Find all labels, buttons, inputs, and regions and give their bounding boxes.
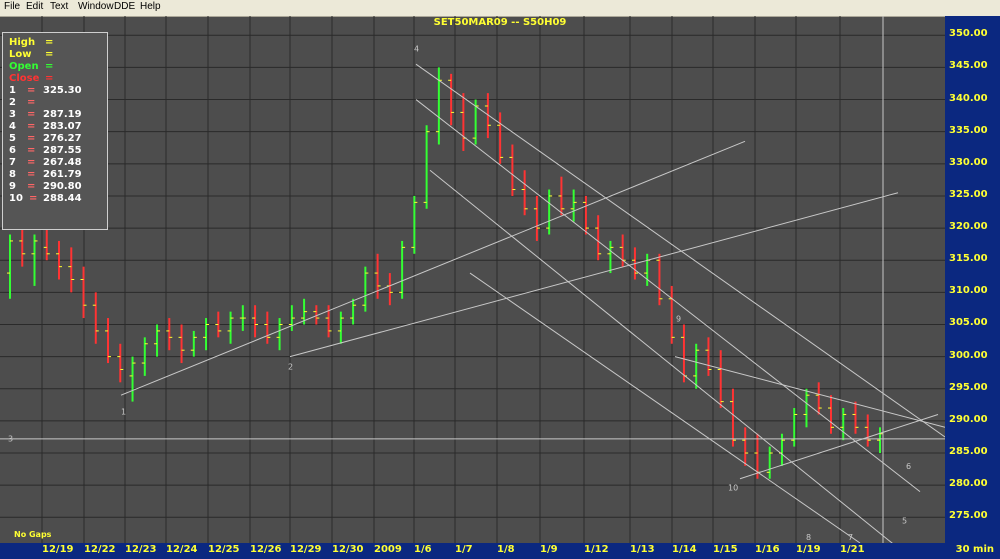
date-tick-label: 1/14 [672, 544, 697, 555]
info-point-10: 10 = 288.44 [9, 193, 82, 204]
menu-edit[interactable]: Edit [26, 1, 43, 12]
date-tick-label: 12/24 [166, 544, 198, 555]
timeframe-label[interactable]: 30 min [956, 544, 994, 555]
price-tick-label: 345.00 [949, 60, 988, 72]
date-tick-label: 12/30 [332, 544, 364, 555]
annotation-label: 8 [806, 533, 811, 542]
info-high: High = [9, 37, 54, 48]
info-point-7: 7 = 267.48 [9, 157, 82, 168]
annotation-label: 6 [906, 462, 911, 471]
info-point-6: 6 = 287.55 [9, 145, 82, 156]
price-tick-label: 350.00 [949, 28, 988, 40]
date-tick-label: 1/8 [497, 544, 515, 555]
info-point-2: 2 = [9, 97, 36, 108]
channel-line-1 [415, 63, 945, 438]
annotation-label: 2 [288, 362, 293, 371]
date-tick-label: 1/7 [455, 544, 473, 555]
price-tick-label: 305.00 [949, 317, 988, 329]
price-tick-label: 340.00 [949, 92, 988, 104]
menu-dde[interactable]: DDE [114, 1, 135, 12]
date-tick-label: 12/26 [250, 544, 282, 555]
date-tick-label: 12/29 [290, 544, 322, 555]
annotation-label: 9 [676, 314, 681, 323]
trend-line-up-2 [289, 192, 899, 358]
date-tick-label: 1/12 [584, 544, 609, 555]
info-close: Close = [9, 73, 54, 84]
menu-help[interactable]: Help [140, 1, 161, 12]
date-tick-label: 1/9 [540, 544, 558, 555]
date-tick-label: 12/25 [208, 544, 240, 555]
info-open: Open = [9, 61, 54, 72]
trend-line-down-5 [674, 356, 945, 428]
date-tick-label: 1/19 [796, 544, 821, 555]
date-tick-label: 12/23 [125, 544, 157, 555]
price-tick-label: 320.00 [949, 221, 988, 233]
price-tick-label: 330.00 [949, 156, 988, 168]
annotation-label: 1 [121, 407, 126, 416]
annotation-label: 4 [414, 44, 419, 53]
price-tick-label: 325.00 [949, 188, 988, 200]
price-tick-label: 275.00 [949, 510, 988, 522]
ohlc-info-box: High = Low = Open = Close = 1 = 325.30 2 = 3 = 287.19 4 =… [2, 32, 108, 230]
info-low: Low = [9, 49, 54, 60]
info-point-1: 1 = 325.30 [9, 85, 82, 96]
menu-bar: File Edit Text Window DDE Help [0, 0, 1000, 17]
info-point-5: 5 = 276.27 [9, 133, 82, 144]
info-point-4: 4 = 283.07 [9, 121, 82, 132]
annotation-label: 5 [902, 517, 907, 526]
price-tick-label: 300.00 [949, 349, 988, 361]
annotation-label: 10 [728, 483, 738, 492]
price-tick-label: 285.00 [949, 446, 988, 458]
menu-window[interactable]: Window [78, 1, 114, 12]
menu-text[interactable]: Text [50, 1, 68, 12]
no-gaps-label: No Gaps [14, 530, 52, 539]
date-tick-label: 1/13 [630, 544, 655, 555]
channel-line-2 [415, 99, 921, 492]
date-tick-label: 2009 [374, 544, 402, 555]
date-tick-label: 12/19 [42, 544, 74, 555]
annotation-label: 3 [8, 434, 13, 443]
price-tick-label: 290.00 [949, 413, 988, 425]
channel-line-4 [469, 272, 861, 543]
price-tick-label: 310.00 [949, 285, 988, 297]
date-tick-label: 1/15 [713, 544, 738, 555]
date-tick-label: 12/22 [84, 544, 116, 555]
info-point-8: 8 = 261.79 [9, 169, 82, 180]
chart-plot: 1 2 3 4 5 6 7 8 9 10 [0, 16, 945, 543]
info-point-9: 9 = 290.80 [9, 181, 82, 192]
menu-file[interactable]: File [4, 1, 20, 12]
date-tick-label: 1/21 [840, 544, 865, 555]
price-tick-label: 280.00 [949, 478, 988, 490]
info-point-3: 3 = 287.19 [9, 109, 82, 120]
price-tick-label: 295.00 [949, 381, 988, 393]
price-tick-label: 335.00 [949, 124, 988, 136]
date-tick-label: 1/6 [414, 544, 432, 555]
annotation-label: 7 [848, 533, 853, 542]
date-tick-label: 1/16 [755, 544, 780, 555]
price-tick-label: 315.00 [949, 253, 988, 265]
chart-title: SET50MAR09 -- S50H09 [433, 17, 567, 28]
